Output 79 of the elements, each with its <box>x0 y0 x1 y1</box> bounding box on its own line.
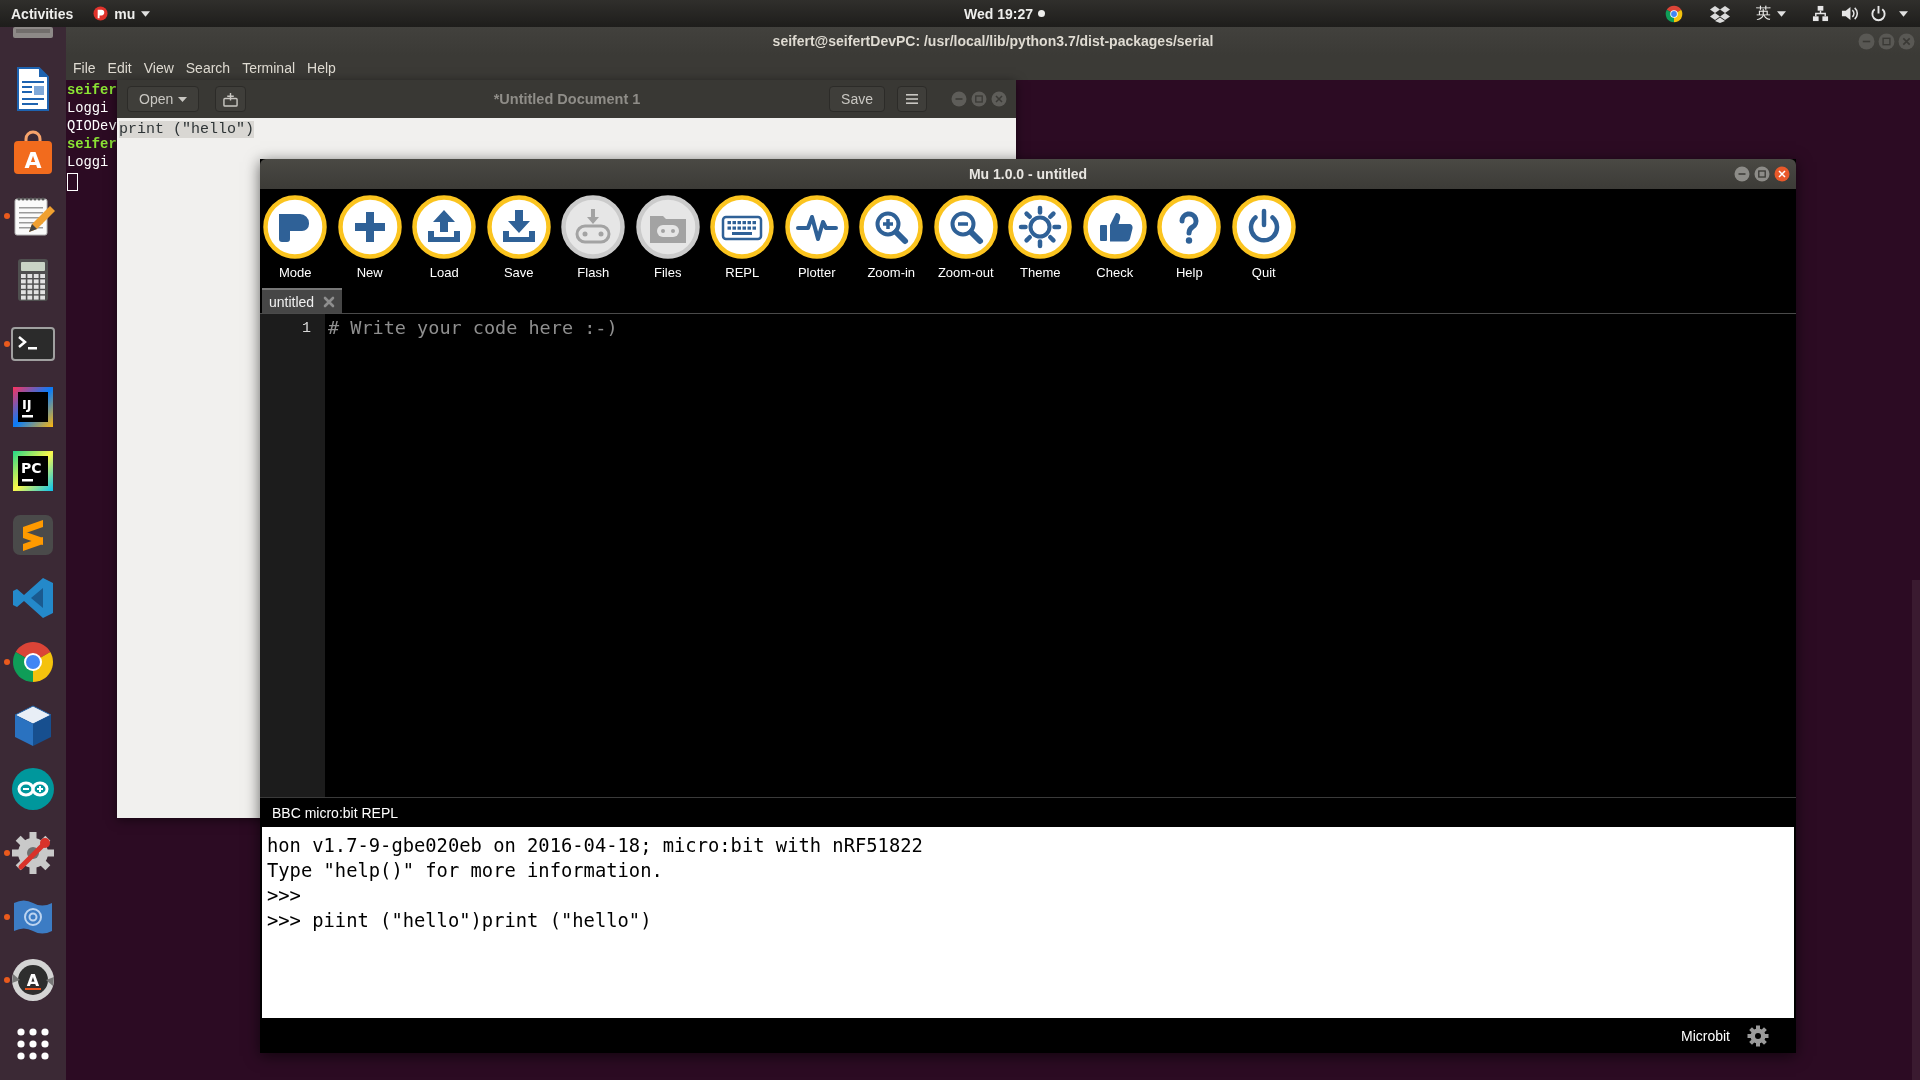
menu-item[interactable]: Help <box>301 56 342 79</box>
check-button[interactable]: Check <box>1077 195 1152 281</box>
repl-pane[interactable]: hon v1.7-9-gbe020eb on 2016-04-18; micro:bit with nRF51822 Type "help()" for more information. >>> >>> piint ("hello")print ("hello") <box>262 827 1794 1018</box>
zoom-in-button[interactable]: Zoom-in <box>854 195 929 281</box>
p-shape-icon <box>263 195 328 259</box>
mode-button[interactable]: Mode <box>258 195 333 281</box>
code-editor[interactable]: # Write your code here :-) <box>325 314 1796 797</box>
zoom-out-button[interactable]: Zoom-out <box>928 195 1003 281</box>
code-line: # Write your code here :-) <box>328 316 618 340</box>
repl-line: >>> <box>267 884 301 908</box>
download-icon <box>486 195 551 259</box>
terminal-line: seifer <box>67 82 117 100</box>
menu-item[interactable]: File <box>67 56 102 79</box>
file-tab[interactable]: untitled <box>262 288 343 313</box>
repl-line: hon v1.7-9-gbe020eb on 2016-04-18; micro:bit with nRF51822 <box>267 834 923 858</box>
plus-icon <box>337 195 402 259</box>
zoom-out-icon <box>933 195 998 259</box>
caret-icon[interactable] <box>1899 10 1908 17</box>
open-button[interactable]: Open <box>127 86 200 112</box>
theme-button[interactable]: Theme <box>1003 195 1078 281</box>
menu-item[interactable]: View <box>137 56 180 79</box>
pulse-icon <box>784 195 849 259</box>
repl-line: Type "help()" for more information. <box>267 859 663 883</box>
load-button[interactable]: Load <box>407 195 482 281</box>
device-download-icon <box>561 195 626 259</box>
app-menu[interactable]: mu <box>87 0 157 27</box>
diamonds-icon[interactable] <box>1710 3 1730 24</box>
zoom-in-icon <box>859 195 924 259</box>
line-number: 1 <box>302 319 312 339</box>
terminal-pane[interactable] <box>66 80 1920 1080</box>
volume-icon[interactable] <box>1841 5 1858 22</box>
round-app-icon <box>93 6 109 21</box>
new-button[interactable]: New <box>332 195 407 281</box>
help-button[interactable]: Help <box>1152 195 1227 281</box>
tricolor-circle-icon[interactable] <box>1664 3 1684 24</box>
terminal-line: Loggi <box>67 154 109 172</box>
drive-icon[interactable] <box>11 27 55 39</box>
network-icon[interactable] <box>1812 5 1829 22</box>
minimize-icon[interactable] <box>1734 166 1750 182</box>
repl-line: >>> piint ("hello")print ("hello") <box>267 909 652 933</box>
window-title: Mu 1.0.0 - untitled <box>968 166 1088 182</box>
editor-text: print ("hello") <box>119 121 255 138</box>
upload-icon <box>412 195 477 259</box>
menu-item[interactable]: Edit <box>101 56 138 79</box>
input-method-menu[interactable]: 英 <box>1756 0 1786 27</box>
caret-icon <box>178 96 188 102</box>
help-icon <box>1157 195 1222 259</box>
caret-icon <box>141 10 151 17</box>
clock-button[interactable]: Wed 19:27 <box>958 0 1051 27</box>
tab-plus-icon <box>222 91 240 107</box>
terminal-line: Loggi <box>67 100 109 118</box>
text-cursor <box>67 173 78 191</box>
caret-icon <box>1777 10 1786 17</box>
menu-item[interactable]: Search <box>179 56 237 79</box>
power-icon[interactable] <box>1870 5 1887 22</box>
settings-icon[interactable] <box>1747 1024 1769 1047</box>
menu-item[interactable]: Terminal <box>236 56 302 79</box>
close-icon[interactable] <box>1774 166 1790 182</box>
power-icon <box>1231 195 1296 259</box>
activities-button[interactable]: Activities <box>5 0 80 27</box>
terminal-line: QIODev <box>67 118 117 136</box>
window-title: *Untitled Document 1 <box>493 91 641 107</box>
mode-label: Microbit <box>1681 1027 1730 1044</box>
menu-icon <box>906 94 918 104</box>
keyboard-icon <box>710 195 775 259</box>
new-tab-button[interactable] <box>215 86 247 112</box>
folder-icon <box>635 195 700 259</box>
save-button[interactable]: Save <box>481 195 556 281</box>
tab-close-icon[interactable] <box>323 295 336 308</box>
plotter-button[interactable]: Plotter <box>779 195 854 281</box>
save-button[interactable]: Save <box>829 86 885 112</box>
window-title: seifert@seifertDevPC: /usr/local/lib/python3.7/dist-packages/serial <box>772 33 1214 49</box>
menu-button[interactable] <box>897 86 927 112</box>
repl-button[interactable]: REPL <box>705 195 780 281</box>
quit-button[interactable]: Quit <box>1226 195 1301 281</box>
terminal-line: seifer <box>67 136 117 154</box>
thumbs-up-icon <box>1082 195 1147 259</box>
repl-title: BBC micro:bit REPL <box>272 804 399 821</box>
sun-icon <box>1008 195 1073 259</box>
